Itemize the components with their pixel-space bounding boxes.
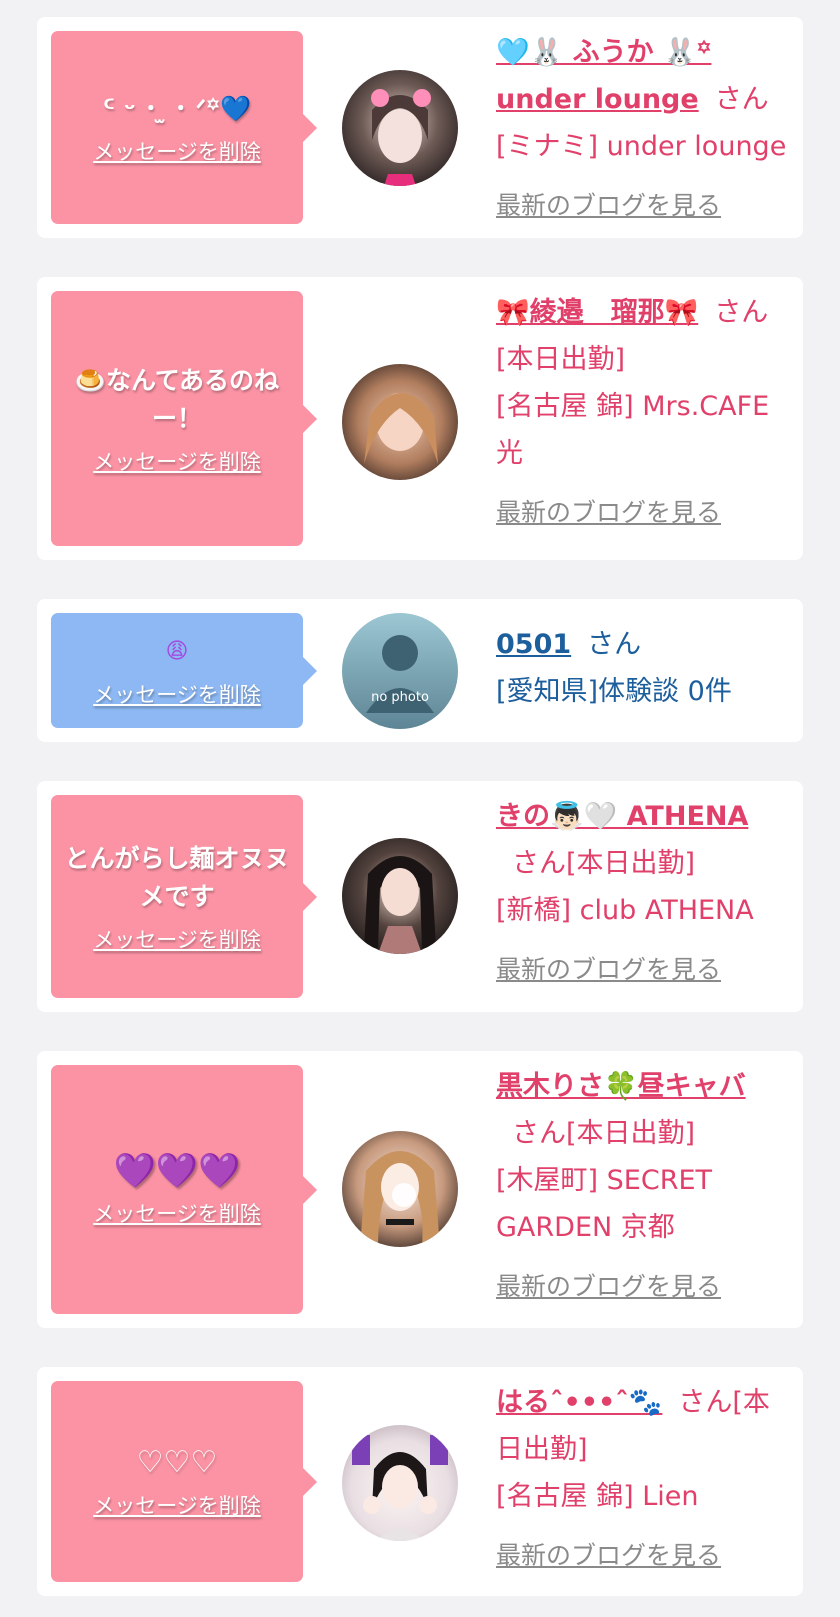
honorific: さん xyxy=(587,629,642,660)
member-info: 0501 さん [愛知県]体験談 0件 xyxy=(496,621,787,715)
status-text: [本日出勤] xyxy=(566,848,696,879)
member-name-link[interactable]: きの👼🏻🤍 ATHENA xyxy=(496,801,748,832)
message-card: 💜💜💜 メッセージを削除 黒木りさ🍀昼キャバさん[本日出勤] [木屋町] SEC… xyxy=(37,1051,803,1328)
delete-message-link[interactable]: メッセージを削除 xyxy=(93,136,261,166)
latest-blog-link[interactable]: 最新のブログを見る xyxy=(496,1532,787,1579)
member-info: はるˆ•••ˆ🐾 さん[本日出勤] [名古屋 錦] Lien 最新のブログを見る xyxy=(496,1379,787,1579)
honorific: さん xyxy=(512,1118,566,1149)
message-bubble: 😩 メッセージを削除 xyxy=(51,613,317,728)
member-info: 🩵🐰 ふうか 🐰꙳ under lounge さん [ミナミ] under lou… xyxy=(496,29,787,229)
message-text: 🍮なんてあるのねー！ xyxy=(74,365,280,433)
message-bubble: ᑦ ᵕ ･ ̫ ･ ᐟ꙳💙 メッセージを削除 xyxy=(51,31,317,224)
message-bubble: とんがらし麺オヌヌメです メッセージを削除 xyxy=(51,795,317,998)
status-text: [本日出勤] xyxy=(566,1118,696,1149)
avatar[interactable] xyxy=(342,1425,458,1541)
message-text: 😩 xyxy=(165,638,189,664)
member-name-link[interactable]: 🎀綾邉 瑠那🎀 xyxy=(496,297,698,328)
message-bubble: ♡♡♡ メッセージを削除 xyxy=(51,1381,317,1582)
delete-message-link[interactable]: メッセージを削除 xyxy=(93,1198,261,1228)
member-name-link[interactable]: 🩵🐰 ふうか 🐰꙳ under lounge xyxy=(496,37,711,115)
member-name-link[interactable]: はるˆ•••ˆ🐾 xyxy=(496,1387,662,1418)
message-card: ♡♡♡ メッセージを削除 はるˆ•••ˆ🐾 さん[本日出勤] [名古屋 錦] Li… xyxy=(37,1367,803,1596)
avatar-no-photo[interactable]: no photo xyxy=(342,613,458,729)
shop-name: [木屋町] SECRET GARDEN 京都 xyxy=(496,1165,713,1243)
latest-blog-link[interactable]: 最新のブログを見る xyxy=(496,489,787,536)
honorific: さん xyxy=(714,84,769,115)
delete-message-link[interactable]: メッセージを削除 xyxy=(93,446,261,476)
member-info: きの👼🏻🤍 ATHENA さん[本日出勤] [新橋] club ATHENA 最新… xyxy=(496,793,787,993)
message-text: ♡♡♡ xyxy=(136,1444,218,1480)
message-card: ᑦ ᵕ ･ ̫ ･ ᐟ꙳💙 メッセージを削除 🩵🐰 ふうか 🐰꙳ under l… xyxy=(37,17,803,238)
honorific: さん xyxy=(714,297,769,328)
shop-name: [新橋] club ATHENA xyxy=(496,895,754,926)
review-count: [愛知県]体験談 0件 xyxy=(496,676,732,707)
shop-name: [名古屋 錦] Lien xyxy=(496,1481,699,1512)
message-list: ᑦ ᵕ ･ ̫ ･ ᐟ꙳💙 メッセージを削除 🩵🐰 ふうか 🐰꙳ under l… xyxy=(0,0,840,1617)
status-text: [本日出勤] xyxy=(496,344,626,375)
delete-message-link[interactable]: メッセージを削除 xyxy=(93,679,261,709)
delete-message-link[interactable]: メッセージを削除 xyxy=(93,1490,261,1520)
message-card: とんがらし麺オヌヌメです メッセージを削除 きの👼🏻🤍 ATHENA さん[本日出… xyxy=(37,781,803,1012)
latest-blog-link[interactable]: 最新のブログを見る xyxy=(496,182,787,229)
member-info: 黒木りさ🍀昼キャバさん[本日出勤] [木屋町] SECRET GARDEN 京都… xyxy=(496,1063,787,1310)
member-info: 🎀綾邉 瑠那🎀 さん [本日出勤] [名古屋 錦] Mrs.CAFE 光 最新のブロ… xyxy=(496,289,787,536)
message-text: 💜💜💜 xyxy=(113,1150,241,1191)
shop-name: [名古屋 錦] Mrs.CAFE 光 xyxy=(496,391,770,469)
honorific: さん xyxy=(512,848,566,879)
avatar[interactable] xyxy=(342,70,458,186)
message-bubble: 💜💜💜 メッセージを削除 xyxy=(51,1065,317,1314)
avatar[interactable] xyxy=(342,364,458,480)
message-bubble: 🍮なんてあるのねー！ メッセージを削除 xyxy=(51,291,317,546)
member-name-link[interactable]: 0501 xyxy=(496,629,571,660)
latest-blog-link[interactable]: 最新のブログを見る xyxy=(496,1263,787,1310)
message-text: とんがらし麺オヌヌメです xyxy=(64,843,290,911)
avatar[interactable] xyxy=(342,838,458,954)
latest-blog-link[interactable]: 最新のブログを見る xyxy=(496,946,787,993)
member-name-link[interactable]: 黒木りさ🍀昼キャバ xyxy=(496,1071,746,1102)
honorific: さん xyxy=(678,1387,733,1418)
message-card: 🍮なんてあるのねー！ メッセージを削除 🎀綾邉 瑠那🎀 さん [本日出勤] [名古屋… xyxy=(37,277,803,560)
message-card: 😩 メッセージを削除 no photo 0501 さん [愛知県]体験談 0件 xyxy=(37,599,803,742)
shop-name: [ミナミ] under lounge xyxy=(496,131,787,162)
no-photo-caption: no photo xyxy=(371,690,429,705)
avatar[interactable] xyxy=(342,1131,458,1247)
delete-message-link[interactable]: メッセージを削除 xyxy=(93,924,261,954)
message-text: ᑦ ᵕ ･ ̫ ･ ᐟ꙳💙 xyxy=(102,93,252,123)
